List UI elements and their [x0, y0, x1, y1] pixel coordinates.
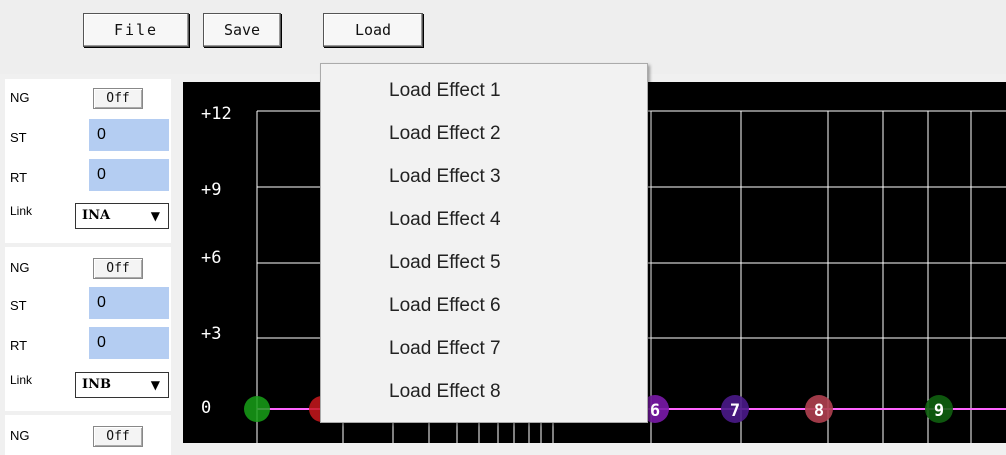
st-input[interactable]: 0 [89, 287, 169, 319]
st-input[interactable]: 0 [89, 119, 169, 151]
channel-group-c: NG Off [5, 415, 171, 455]
menu-item-load-effect-3[interactable]: Load Effect 3 [321, 155, 647, 197]
band-label-8: 8 [814, 401, 824, 421]
load-menu: Load Effect 1 Load Effect 2 Load Effect … [320, 63, 648, 423]
link-select[interactable]: INB ▼ [75, 372, 169, 398]
y-tick-label: +3 [201, 324, 222, 344]
save-button[interactable]: Save [203, 13, 281, 47]
ng-toggle-button[interactable]: Off [93, 258, 143, 279]
link-select[interactable]: INA ▼ [75, 203, 169, 229]
link-select-value: INA [82, 208, 111, 223]
y-tick-label: +9 [201, 180, 222, 200]
rt-label: RT [10, 338, 28, 353]
menu-item-label: Load Effect 1 [389, 80, 501, 101]
band-label-9: 9 [934, 401, 944, 421]
ng-toggle-button[interactable]: Off [93, 88, 143, 109]
menu-item-load-effect-8[interactable]: Load Effect 8 [321, 370, 647, 412]
menu-item-load-effect-7[interactable]: Load Effect 7 [321, 327, 647, 369]
menu-item-label: Load Effect 2 [389, 123, 501, 144]
y-tick-label: 0 [201, 398, 212, 418]
rt-input[interactable]: 0 [89, 159, 169, 191]
y-tick-label: +12 [201, 104, 232, 124]
menu-item-load-effect-4[interactable]: Load Effect 4 [321, 198, 647, 240]
link-label: Link [10, 373, 33, 387]
y-tick-label: +6 [201, 248, 222, 268]
menu-item-label: Load Effect 8 [389, 381, 501, 402]
st-label: ST [10, 130, 27, 145]
channel-group-a: NG Off ST 0 RT 0 Link INA ▼ [5, 79, 171, 243]
menu-item-label: Load Effect 4 [389, 209, 501, 230]
band-point-1 [244, 396, 270, 422]
load-button[interactable]: Load [323, 13, 423, 47]
menu-item-label: Load Effect 6 [389, 295, 501, 316]
link-select-value: INB [82, 377, 111, 392]
file-button[interactable]: File [83, 13, 189, 47]
st-label: ST [10, 298, 27, 313]
menu-item-label: Load Effect 3 [389, 166, 501, 187]
dropdown-arrow-icon: ▼ [150, 378, 160, 392]
menu-item-load-effect-6[interactable]: Load Effect 6 [321, 284, 647, 326]
ng-label: NG [10, 90, 30, 105]
rt-label: RT [10, 170, 28, 185]
ng-label: NG [10, 428, 30, 443]
menu-item-load-effect-2[interactable]: Load Effect 2 [321, 112, 647, 154]
link-label: Link [10, 204, 33, 218]
ng-toggle-button[interactable]: Off [93, 426, 143, 447]
band-label-6: 6 [650, 401, 660, 421]
ng-label: NG [10, 260, 30, 275]
channel-group-b: NG Off ST 0 RT 0 Link INB ▼ [5, 247, 171, 411]
menu-item-label: Load Effect 7 [389, 338, 501, 359]
menu-item-load-effect-5[interactable]: Load Effect 5 [321, 241, 647, 283]
rt-input[interactable]: 0 [89, 327, 169, 359]
band-label-7: 7 [730, 401, 740, 421]
menu-item-load-effect-1[interactable]: Load Effect 1 [321, 69, 647, 111]
menu-item-label: Load Effect 5 [389, 252, 501, 273]
dropdown-arrow-icon: ▼ [150, 209, 160, 223]
channel-panel: NG Off ST 0 RT 0 Link INA ▼ NG Off ST 0 … [0, 74, 176, 455]
